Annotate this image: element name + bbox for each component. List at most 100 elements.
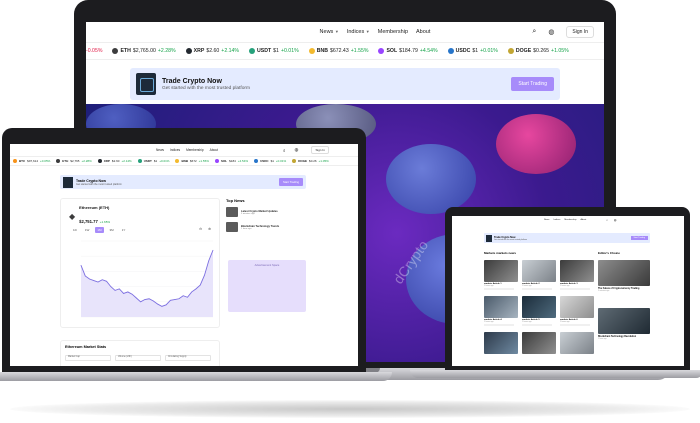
- nav-link-membership[interactable]: Membership: [378, 29, 408, 35]
- nav-link-membership[interactable]: Membership: [564, 219, 576, 221]
- coin-icon: [137, 159, 142, 163]
- ticker-item[interactable]: SOL $184.79 +4.54%: [378, 48, 438, 54]
- search-icon[interactable]: ⌕: [532, 28, 536, 36]
- ticker-item[interactable]: BTC $97,614 +0.05%: [13, 159, 50, 163]
- stat-supply: Circulating Supply: [165, 355, 211, 361]
- ticker-price: $2.60: [111, 159, 120, 163]
- article-card[interactable]: markets Article 12 hours ago: [484, 260, 518, 290]
- search-icon[interactable]: ⌕: [606, 218, 608, 222]
- ticker-price: $1: [153, 159, 158, 163]
- section-heading: Markets markets news: [484, 251, 517, 255]
- news-item[interactable]: Blockchain Technology Trends 1 hour ago: [226, 222, 306, 232]
- nav-link-news[interactable]: News ▼: [320, 29, 339, 35]
- data-point: [101, 279, 103, 281]
- data-point: [93, 280, 95, 281]
- ticker-item[interactable]: USDT $1 +0.01%: [137, 159, 170, 163]
- nav-link-membership[interactable]: Membership: [186, 148, 204, 152]
- data-point: [140, 301, 141, 303]
- article-card[interactable]: markets Article 62 hours ago: [560, 296, 594, 326]
- globe-icon[interactable]: ◍: [548, 28, 554, 36]
- ticker-price: $184.79: [399, 48, 418, 54]
- ticker-item[interactable]: -0.05%: [86, 48, 102, 54]
- nav-link-indices[interactable]: Indices ▼: [347, 29, 370, 35]
- start-trading-button[interactable]: Start Trading: [511, 77, 554, 91]
- ticker-item[interactable]: DOGE $0.265 +1.05%: [507, 48, 569, 54]
- ticker-price: $1: [270, 159, 274, 163]
- ticker-item[interactable]: XRP $2.60 +2.14%: [185, 48, 239, 54]
- sign-in-button[interactable]: Sign In: [566, 26, 594, 38]
- ticker-change: +4.54%: [237, 159, 249, 163]
- coin-icon: [13, 159, 17, 163]
- ticker-item[interactable]: ETH $2,765.00 +2.28%: [112, 48, 176, 54]
- ticker-price: $672: [189, 159, 197, 163]
- article-meta: 1 hour ago: [598, 338, 607, 340]
- nav-link-about[interactable]: About: [580, 219, 586, 221]
- news-thumbnail: [226, 222, 238, 232]
- ticker-change: +0.01%: [280, 48, 299, 54]
- data-point: [204, 274, 205, 276]
- ticker-item[interactable]: ETH $2,765 +2.28%: [56, 159, 92, 163]
- article-card[interactable]: markets Article 42 hours ago: [484, 296, 518, 326]
- range-tab-1m[interactable]: 1M: [95, 227, 104, 233]
- search-icon[interactable]: ⌕: [283, 148, 286, 153]
- coin-change: +1.65%: [99, 220, 111, 224]
- data-point: [136, 297, 137, 299]
- coin-graphic: [386, 144, 476, 214]
- coin-icon: [249, 48, 256, 54]
- medium-laptop-base: [0, 372, 392, 381]
- ticker-price: $0.265: [533, 48, 550, 54]
- nav-link-about[interactable]: About: [210, 148, 218, 152]
- article-card[interactable]: markets Article 52 hours ago: [522, 296, 556, 326]
- placeholder-line: [560, 288, 590, 290]
- news-item[interactable]: Latest Crypto Market Updates 5 minutes ag…: [226, 207, 306, 217]
- article-image: [598, 308, 650, 334]
- ticker-item[interactable]: BNB $672 +1.55%: [175, 159, 209, 163]
- ticker-item[interactable]: USDC $1 +0.01%: [254, 159, 286, 163]
- nav-link-indices[interactable]: Indices: [170, 148, 180, 152]
- ticker-item[interactable]: USDT $1 +0.01%: [249, 48, 299, 54]
- ticker-item[interactable]: USDC $1 +0.01%: [447, 48, 498, 54]
- start-trading-button[interactable]: Start Trading: [278, 178, 303, 186]
- globe-icon[interactable]: ◍: [614, 218, 617, 222]
- editors-choice-item[interactable]: Blockchain Technology Revolution 1 hour …: [598, 308, 650, 340]
- start-trading-button[interactable]: Start Trading: [630, 236, 648, 240]
- ticker-item[interactable]: BNB $672.43 +1.55%: [308, 48, 368, 54]
- article-card[interactable]: [484, 332, 518, 354]
- data-point: [144, 299, 146, 300]
- nav-link-indices[interactable]: Indices: [553, 219, 560, 221]
- nav-link-news[interactable]: News: [156, 148, 164, 152]
- zoom-out-icon[interactable]: ⊖: [199, 227, 202, 231]
- data-point: [157, 303, 158, 305]
- range-tab-1w[interactable]: 1W: [83, 227, 92, 233]
- ticker-price: $0.26: [309, 159, 317, 163]
- coin-icon: [97, 159, 102, 163]
- ticker-change: +4.54%: [419, 48, 438, 54]
- editors-choice-item[interactable]: The Future of Cryptocurrency Trading 5 m…: [598, 260, 650, 292]
- zoom-in-icon[interactable]: ⊕: [208, 227, 211, 231]
- article-meta: 2 hours ago: [560, 285, 570, 287]
- article-card[interactable]: [522, 332, 556, 354]
- banner-subtitle: Get started with the most trusted platfo…: [162, 85, 250, 91]
- data-point: [97, 281, 99, 283]
- nav-link-news[interactable]: News: [544, 219, 549, 221]
- range-tab-3m[interactable]: 3M: [108, 227, 116, 233]
- nav-links: News ▼ Indices ▼ Membership About: [320, 29, 431, 35]
- article-card[interactable]: [560, 332, 594, 354]
- ticker-item[interactable]: XRP $2.60 +2.14%: [97, 159, 132, 163]
- nav-link-about[interactable]: About: [416, 29, 430, 35]
- article-grid: markets Article 12 hours ago markets Arti…: [484, 260, 596, 354]
- ticker-item[interactable]: SOL $184 +4.54%: [214, 159, 249, 163]
- range-tab-1y[interactable]: 1Y: [120, 227, 128, 233]
- ticker-item[interactable]: DOGE $0.26 +1.05%: [292, 159, 329, 163]
- sign-in-button[interactable]: Sign In: [311, 146, 329, 154]
- article-card[interactable]: markets Article 22 hours ago: [522, 260, 556, 290]
- top-nav: News ▼ Indices ▼ Membership About ⌕ ◍ Si…: [86, 22, 604, 42]
- range-tab-1d[interactable]: 1D: [71, 227, 79, 233]
- ticker-symbol: USDT: [257, 48, 272, 54]
- article-card[interactable]: markets Article 32 hours ago: [560, 260, 594, 290]
- globe-icon[interactable]: ◍: [295, 147, 299, 153]
- article-image: [484, 296, 518, 318]
- coin-icon: [175, 159, 180, 163]
- data-point: [187, 296, 188, 298]
- ticker-change: +0.01%: [159, 159, 170, 163]
